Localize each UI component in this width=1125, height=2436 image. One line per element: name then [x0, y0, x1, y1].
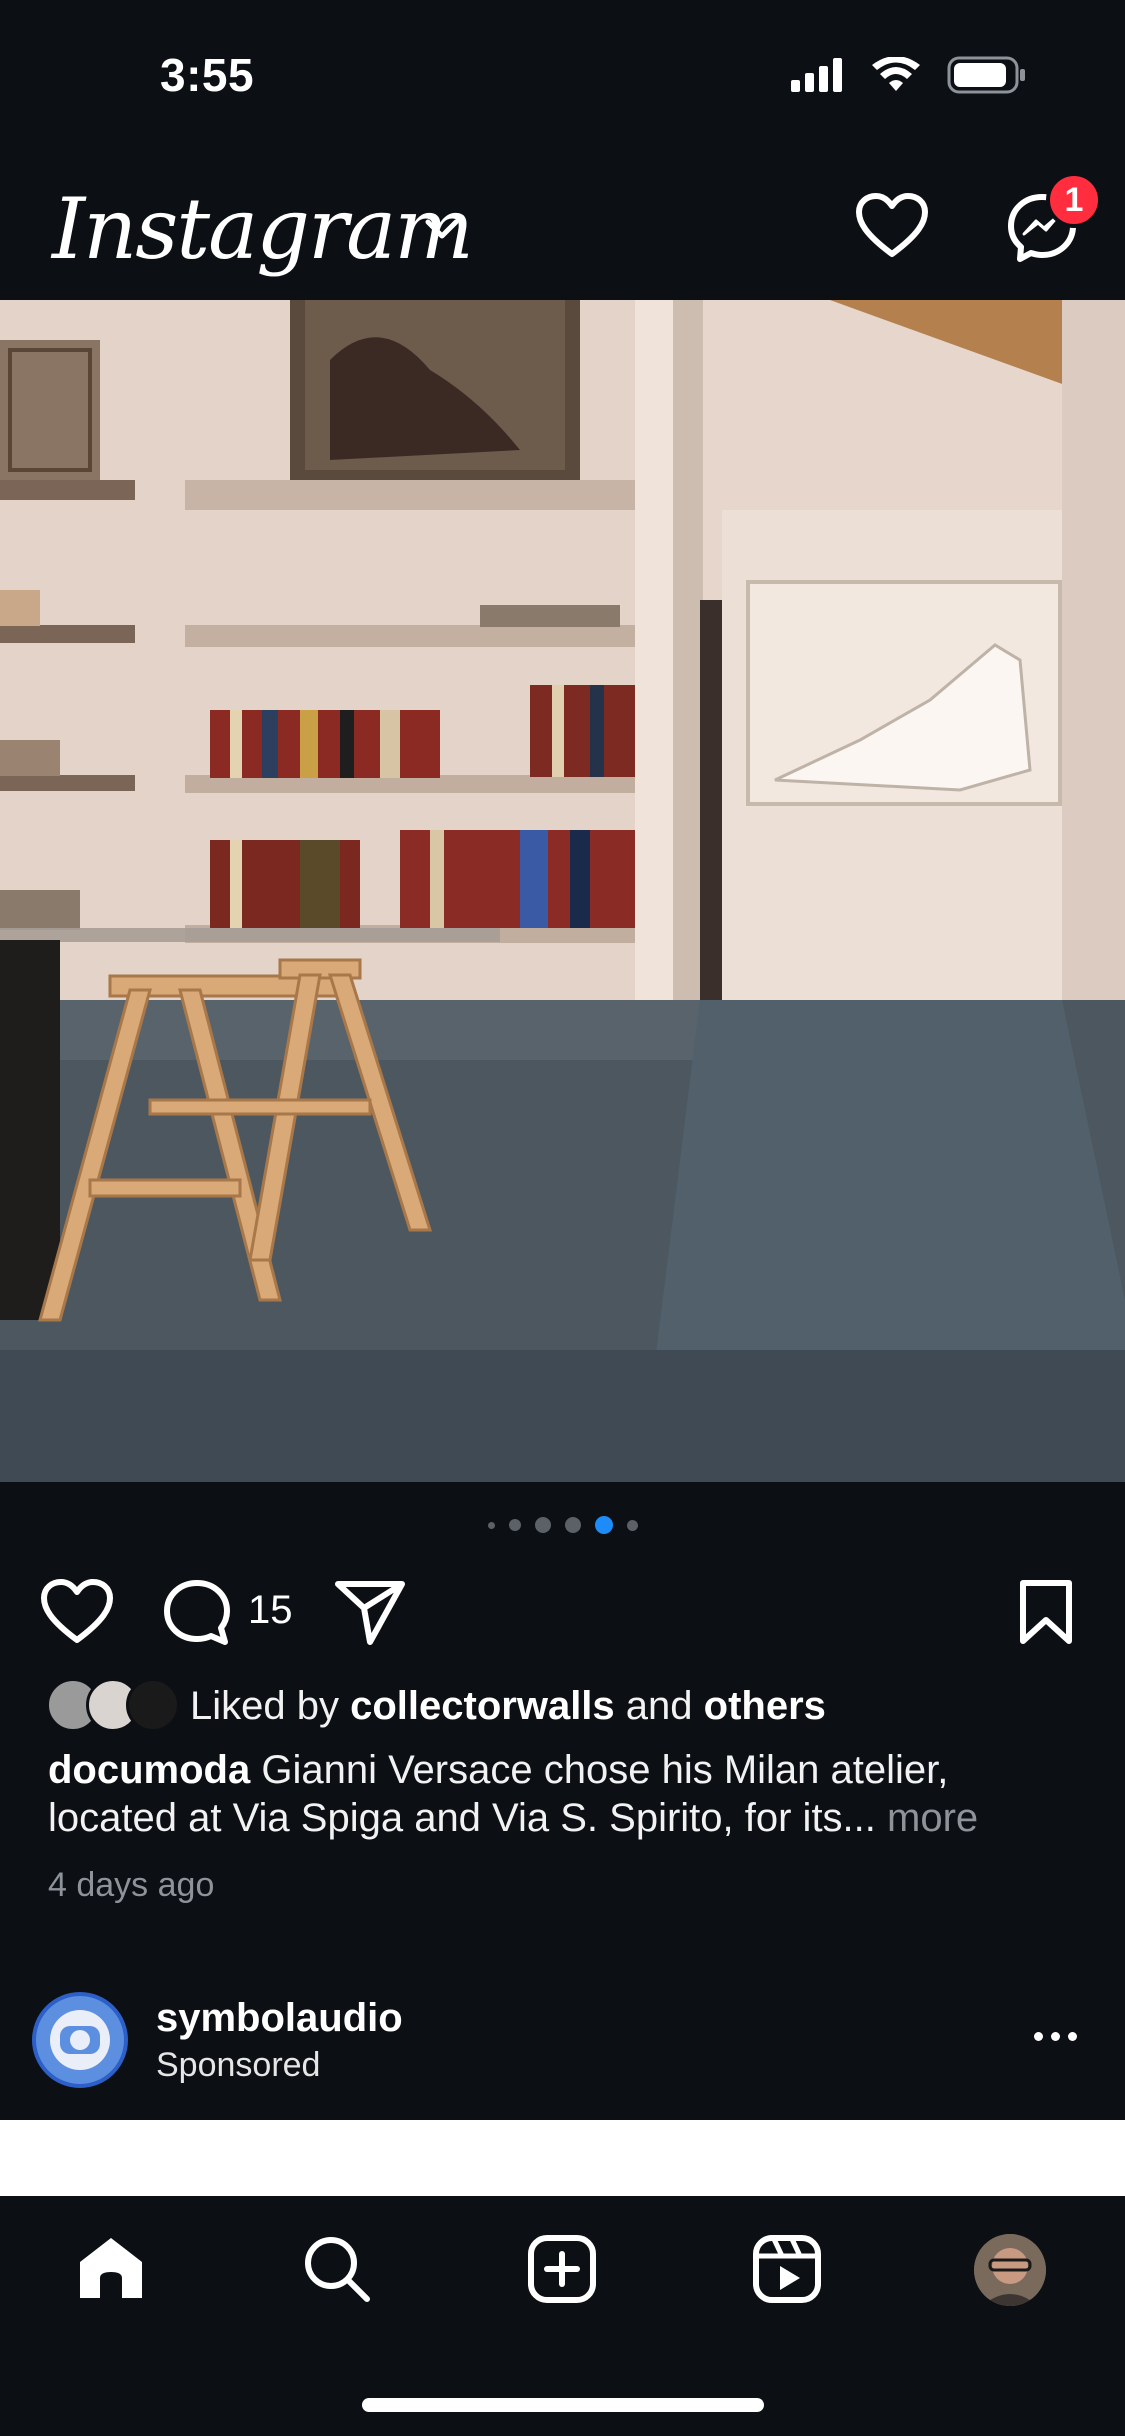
- carousel-dot: [564, 1517, 581, 1533]
- wifi-icon: [872, 57, 920, 91]
- post-timestamp: 4 days ago: [48, 1866, 215, 1904]
- status-bar: 3:55: [0, 0, 1125, 150]
- liked-by-row[interactable]: Liked by collectorwalls and others: [46, 1678, 826, 1734]
- status-time: 3:55: [160, 49, 255, 101]
- post-image[interactable]: [0, 300, 1125, 1482]
- carousel-dot: [626, 1519, 638, 1531]
- like-heart-icon[interactable]: [40, 1578, 114, 1646]
- liked-by-user[interactable]: collectorwalls: [350, 1684, 615, 1728]
- comment-count[interactable]: 15: [248, 1588, 293, 1633]
- liked-by-others[interactable]: others: [704, 1684, 826, 1728]
- next-post-media[interactable]: [0, 2120, 1125, 2196]
- search-icon[interactable]: [302, 2234, 372, 2304]
- home-indicator: [362, 2398, 764, 2412]
- profile-photo: [974, 2234, 1046, 2306]
- app-header: Instagram 1: [0, 150, 1125, 300]
- chevron-down-icon[interactable]: [422, 214, 462, 242]
- notifications-heart-icon[interactable]: [855, 192, 929, 260]
- home-icon[interactable]: [76, 2234, 146, 2302]
- liker-avatars: [46, 1678, 180, 1734]
- create-icon[interactable]: [527, 2234, 597, 2304]
- reels-icon[interactable]: [752, 2234, 822, 2304]
- sponsor-avatar[interactable]: [32, 1992, 128, 2088]
- sponsor-username[interactable]: symbolaudio: [156, 1996, 403, 2041]
- cellular-signal-icon: [791, 58, 842, 92]
- carousel-dot: [508, 1519, 521, 1531]
- carousel-dot-active: [594, 1516, 613, 1534]
- carousel-dots: [0, 1516, 1125, 1534]
- bookmark-icon[interactable]: [1018, 1578, 1074, 1646]
- symbolaudio-logo-icon: [50, 2010, 110, 2070]
- profile-avatar[interactable]: [974, 2234, 1046, 2306]
- post-actions: 15: [0, 1570, 1125, 1654]
- more-link[interactable]: more: [876, 1796, 978, 1840]
- instagram-logo[interactable]: Instagram: [52, 180, 474, 278]
- caption-username[interactable]: documoda: [48, 1748, 250, 1792]
- post-photo: [0, 300, 1125, 1482]
- avatar: [126, 1678, 180, 1732]
- message-badge: 1: [1046, 172, 1102, 228]
- carousel-dot: [487, 1521, 495, 1529]
- share-send-icon[interactable]: [334, 1578, 406, 1646]
- sponsored-label: Sponsored: [156, 2046, 321, 2084]
- carousel-dot: [534, 1517, 551, 1533]
- next-post-header: symbolaudio Sponsored: [0, 1980, 1125, 2120]
- liked-by-text: Liked by collectorwalls and others: [190, 1683, 826, 1728]
- more-options-icon[interactable]: [1034, 2032, 1077, 2041]
- status-icons: [791, 56, 1027, 94]
- battery-icon: [947, 56, 1025, 94]
- comment-icon[interactable]: [162, 1578, 232, 1648]
- post-caption: documoda Gianni Versace chose his Milan …: [48, 1746, 1088, 1842]
